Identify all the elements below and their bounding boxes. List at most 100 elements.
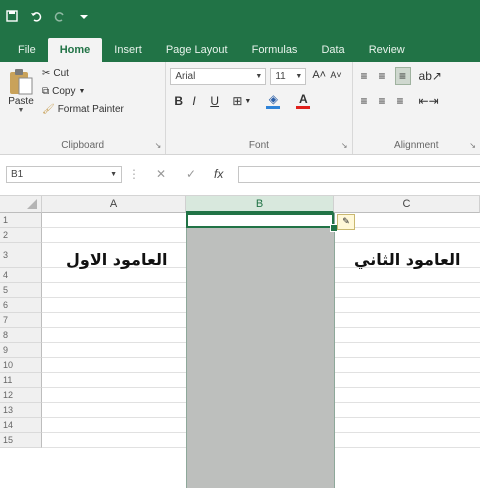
- dialog-launcher-icon[interactable]: ↘: [155, 141, 162, 150]
- indent-button[interactable]: ⇤⇥: [419, 94, 439, 108]
- select-all-corner[interactable]: [0, 196, 42, 213]
- fill-color-bar: [266, 106, 281, 109]
- font-name-value: Arial: [175, 71, 196, 82]
- row-header[interactable]: 4: [0, 268, 42, 283]
- font-color-icon: A: [298, 92, 308, 106]
- row-header[interactable]: 10: [0, 358, 42, 373]
- tab-file[interactable]: File: [6, 38, 48, 62]
- redo-icon[interactable]: [52, 8, 68, 24]
- row-header[interactable]: 5: [0, 283, 42, 298]
- alignment-group: ≡ ≡ ≡ ab↗ ≡ ≡ ≡ ⇤⇥ Alignment ↘: [353, 62, 480, 154]
- cell-c3[interactable]: العامود الثاني: [354, 250, 460, 269]
- font-color-button[interactable]: A: [296, 92, 311, 109]
- name-box-value: B1: [11, 169, 24, 180]
- column-divider: [186, 213, 187, 488]
- font-color-bar: [296, 106, 311, 109]
- dialog-launcher-icon[interactable]: ↘: [341, 141, 348, 150]
- title-bar: [0, 0, 480, 32]
- row-header[interactable]: 2: [0, 228, 42, 243]
- bold-button[interactable]: B: [174, 94, 183, 108]
- ribbon: Paste ▼ ✂ Cut ⧉ Copy ▼ 🖌 Format Painter …: [0, 62, 480, 155]
- quick-analysis-icon[interactable]: ✎: [337, 214, 355, 230]
- alignment-group-label: Alignment: [394, 140, 439, 151]
- dialog-launcher-icon[interactable]: ↘: [469, 141, 476, 150]
- tab-data[interactable]: Data: [309, 38, 356, 62]
- copy-icon: ⧉: [42, 86, 50, 97]
- select-all-icon: [27, 199, 37, 209]
- row-header[interactable]: 8: [0, 328, 42, 343]
- paste-icon: [10, 69, 33, 95]
- copy-button[interactable]: ⧉ Copy ▼: [42, 86, 85, 97]
- format-painter-label: Format Painter: [57, 104, 124, 115]
- cut-label: Cut: [53, 68, 69, 79]
- insert-function-icon[interactable]: fx: [214, 167, 223, 181]
- undo-icon[interactable]: [28, 8, 44, 24]
- row-header[interactable]: 12: [0, 388, 42, 403]
- border-button[interactable]: ⊞ ▼: [232, 94, 251, 108]
- column-divider: [334, 213, 335, 488]
- tab-review[interactable]: Review: [357, 38, 417, 62]
- chevron-down-icon: ▼: [17, 107, 25, 114]
- align-middle-button[interactable]: ≡: [379, 69, 386, 83]
- border-icon: ⊞: [232, 94, 243, 108]
- grow-font-button[interactable]: A˄: [312, 69, 326, 81]
- chevron-down-icon: ▼: [255, 73, 263, 80]
- underline-button[interactable]: U: [210, 94, 219, 108]
- column-header-c[interactable]: C: [334, 196, 480, 213]
- fill-bucket-icon: ◈: [268, 92, 278, 106]
- worksheet-grid[interactable]: A B C 1 2 3 4 5 6 7 8 9 10 11 12 13 14 15 ✎ العامود ال…: [0, 196, 480, 488]
- clipboard-group-label: Clipboard: [61, 140, 105, 151]
- align-top-button[interactable]: ≡: [361, 69, 368, 83]
- font-size-value: 11: [275, 71, 286, 82]
- ribbon-tabs: File Home Insert Page Layout Formulas Da…: [0, 32, 480, 62]
- font-group-label: Font: [248, 140, 269, 151]
- row-header[interactable]: 6: [0, 298, 42, 313]
- tab-insert[interactable]: Insert: [102, 38, 154, 62]
- formula-bar-divider-icon: ⋮: [128, 167, 140, 181]
- cut-button[interactable]: ✂ Cut: [42, 68, 69, 79]
- enter-icon[interactable]: ✓: [186, 167, 196, 181]
- row-header[interactable]: 15: [0, 433, 42, 448]
- row-header[interactable]: 13: [0, 403, 42, 418]
- tab-home[interactable]: Home: [47, 38, 103, 62]
- formula-input[interactable]: [238, 166, 480, 183]
- scissors-icon: ✂: [42, 68, 51, 79]
- name-box[interactable]: B1 ▼: [6, 166, 122, 183]
- copy-label: Copy: [52, 86, 76, 97]
- paste-label: Paste: [8, 96, 34, 107]
- font-name-select[interactable]: Arial ▼: [170, 68, 267, 85]
- row-header[interactable]: 1: [0, 213, 42, 228]
- shrink-font-button[interactable]: A˅: [330, 70, 341, 80]
- tab-page-layout[interactable]: Page Layout: [154, 38, 240, 62]
- active-cell-b1[interactable]: [186, 213, 334, 228]
- chevron-down-icon: ▼: [78, 88, 86, 95]
- cell-a3[interactable]: العامود الاول: [66, 250, 167, 269]
- cancel-icon[interactable]: ✕: [156, 167, 166, 181]
- column-header-b[interactable]: B: [186, 196, 334, 213]
- chevron-down-icon: ▼: [110, 171, 117, 178]
- row-header[interactable]: 3: [0, 243, 42, 268]
- align-center-button[interactable]: ≡: [379, 94, 386, 108]
- column-header-a[interactable]: A: [42, 196, 186, 213]
- format-painter-button[interactable]: 🖌 Format Painter: [42, 104, 124, 115]
- orientation-button[interactable]: ab↗: [419, 69, 442, 83]
- row-header[interactable]: 11: [0, 373, 42, 388]
- align-right-button[interactable]: ≡: [397, 94, 404, 108]
- paste-button[interactable]: Paste ▼: [6, 68, 36, 120]
- align-bottom-button[interactable]: ≡: [394, 67, 411, 85]
- row-header[interactable]: 9: [0, 343, 42, 358]
- tab-formulas[interactable]: Formulas: [240, 38, 310, 62]
- save-icon[interactable]: [4, 8, 20, 24]
- align-left-button[interactable]: ≡: [361, 94, 368, 108]
- row-header[interactable]: 7: [0, 313, 42, 328]
- font-size-select[interactable]: 11 ▼: [270, 68, 307, 85]
- fill-color-button[interactable]: ◈: [266, 92, 281, 109]
- row-header[interactable]: 14: [0, 418, 42, 433]
- brush-icon: 🖌: [42, 104, 55, 115]
- customize-qat-icon[interactable]: [76, 8, 92, 24]
- formula-bar: B1 ▼ ⋮ ✕ ✓ fx: [0, 155, 480, 196]
- italic-button[interactable]: I: [192, 94, 195, 108]
- font-group: Arial ▼ 11 ▼ A˄ A˅ B I U ⊞ ▼ ◈ A Font ↘: [166, 62, 353, 154]
- chevron-down-icon: ▼: [244, 97, 252, 105]
- selected-column-b[interactable]: [186, 213, 334, 488]
